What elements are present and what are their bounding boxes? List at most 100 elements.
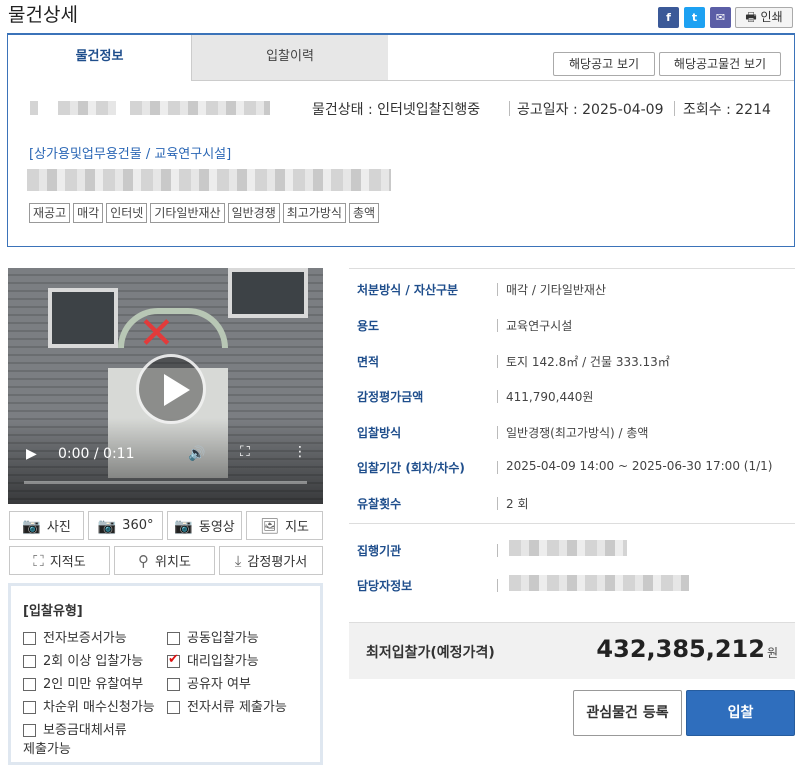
redacted-item-id <box>30 101 38 115</box>
window-image <box>228 268 308 318</box>
bid-type-item[interactable]: 전자서류 제출가능 <box>167 696 287 715</box>
minimum-bid-price-box: 최저입찰가(예정가격) 432,385,212 원 <box>349 622 795 679</box>
price-value-wrap: 432,385,212 원 <box>596 635 778 663</box>
detail-value: 2 회 <box>506 497 529 511</box>
video-time: 0:00 / 0:11 <box>58 446 135 462</box>
video-label: 동영상 <box>198 520 235 535</box>
divider <box>349 523 795 524</box>
checkbox-checked[interactable] <box>167 652 180 668</box>
detail-key: 감정평가금액 <box>357 390 424 404</box>
bid-type-item[interactable]: 대리입찰가능 <box>167 650 259 669</box>
twitter-icon[interactable]: t <box>684 7 705 28</box>
price-unit: 원 <box>766 646 778 660</box>
detail-key: 입찰방식 <box>357 426 402 440</box>
bid-type-item[interactable]: 차순위 매수신청가능 <box>23 696 155 715</box>
detail-key: 유찰횟수 <box>357 497 402 511</box>
checkbox-label: 2회 이상 입찰가능 <box>43 654 144 669</box>
fullscreen-icon[interactable]: ⛶ <box>240 444 250 460</box>
bid-type-item[interactable]: 공유자 여부 <box>167 673 251 692</box>
detail-value: 매각 / 기타일반재산 <box>506 283 606 297</box>
add-favorite-button[interactable]: 관심물건 등록 <box>573 690 682 736</box>
checkbox-label: 2인 미만 유찰여부 <box>43 677 144 692</box>
checkbox[interactable] <box>23 701 36 714</box>
checkbox[interactable] <box>23 678 36 691</box>
video-progress-bar[interactable] <box>24 481 307 484</box>
tab-bid-history[interactable]: 입찰이력 <box>191 35 388 81</box>
photo-label: 사진 <box>46 520 71 535</box>
price-value: 432,385,212 <box>596 635 765 663</box>
bid-type-panel: [입찰유형] 전자보증서가능 공동입찰가능 2회 이상 입찰가능 대리입찰가능 … <box>8 583 323 765</box>
redacted-item-id <box>130 101 270 115</box>
tag: 매각 <box>73 203 104 223</box>
appraisal-label: 감정평가서 <box>247 555 308 570</box>
video-shade <box>8 418 323 504</box>
detail-row: 집행기관 <box>349 532 795 568</box>
detail-key: 용도 <box>357 319 380 333</box>
image-icon: 🖼 <box>260 516 280 535</box>
video-player[interactable]: ✕ ▶ 0:00 / 0:11 🔊 ⛶ ⋮ <box>8 268 323 504</box>
detail-row: 면적 토지 142.8㎡ / 건물 333.13㎡ <box>349 343 795 379</box>
tag: 일반경쟁 <box>227 203 280 223</box>
bid-type-item[interactable]: 2회 이상 입찰가능 <box>23 650 143 669</box>
play-button[interactable] <box>136 354 206 424</box>
map-button[interactable]: 🖼 지도 <box>246 511 323 540</box>
tag: 최고가방식 <box>282 203 346 223</box>
appraisal-report-button[interactable]: ⤓ 감정평가서 <box>219 546 323 575</box>
tag: 기타일반재산 <box>150 203 225 223</box>
window-image <box>48 288 118 348</box>
checkbox-label: 전자서류 제출가능 <box>187 700 287 715</box>
location-pin-icon: ⚲ <box>138 551 150 570</box>
photo-button[interactable]: 📷 사진 <box>9 511 84 540</box>
detail-row: 감정평가금액 411,790,440원 <box>349 378 795 414</box>
play-small-icon[interactable]: ▶ <box>26 446 37 462</box>
checkbox-label: 대리입찰가능 <box>187 654 259 669</box>
bid-type-item[interactable]: 2인 미만 유찰여부 <box>23 673 143 692</box>
checkbox[interactable] <box>23 655 36 668</box>
printer-icon: 🖶 <box>745 10 757 24</box>
facebook-icon[interactable]: f <box>658 7 679 28</box>
page-title: 물건상세 <box>8 4 78 26</box>
bid-button[interactable]: 입찰 <box>686 690 795 736</box>
divider <box>349 268 795 269</box>
view-notice-button[interactable]: 해당공고 보기 <box>553 52 655 76</box>
price-label: 최저입찰가(예정가격) <box>366 645 495 661</box>
detail-value: 일반경쟁(최고가방식) / 총액 <box>506 426 649 440</box>
tab-item-info[interactable]: 물건정보 <box>8 35 191 81</box>
detail-key: 면적 <box>357 355 380 369</box>
expand-icon: ⛶ <box>33 551 44 570</box>
detail-value: 토지 142.8㎡ / 건물 333.13㎡ <box>506 355 670 369</box>
camera-icon: 📷 <box>174 516 193 535</box>
checkbox[interactable] <box>167 701 180 714</box>
view360-button[interactable]: 📷 360° <box>88 511 163 540</box>
checkbox[interactable] <box>23 632 36 645</box>
cadastral-map-button[interactable]: ⛶ 지적도 <box>9 546 110 575</box>
view360-label: 360° <box>122 518 154 533</box>
view-count: 조회수 : 2214 <box>683 102 771 118</box>
checkbox[interactable] <box>167 632 180 645</box>
announce-date: 공고일자 : 2025-04-09 <box>517 102 664 118</box>
mail-icon[interactable]: ✉ <box>710 7 731 28</box>
tag: 인터넷 <box>106 203 148 223</box>
bid-type-item[interactable]: 보증금대체서류 <box>23 719 127 738</box>
camera-icon: 📷 <box>97 516 117 535</box>
detail-row: 입찰기간 (회차/차수) 2025-04-09 14:00 ~ 2025-06-… <box>349 449 795 485</box>
bid-type-item[interactable]: 공동입찰가능 <box>167 627 259 646</box>
location-map-button[interactable]: ⚲ 위치도 <box>114 546 215 575</box>
detail-key: 처분방식 / 자산구분 <box>357 283 459 297</box>
detail-value: 2025-04-09 14:00 ~ 2025-06-30 17:00 (1/1… <box>506 459 773 473</box>
view-notice-items-button[interactable]: 해당공고물건 보기 <box>659 52 781 76</box>
checkbox[interactable] <box>167 678 180 691</box>
redacted-agency <box>509 540 627 556</box>
more-options-icon[interactable]: ⋮ <box>293 444 307 460</box>
video-button[interactable]: 📷 동영상 <box>167 511 242 540</box>
checkbox[interactable] <box>23 724 36 737</box>
divider <box>509 101 510 116</box>
tag: 총액 <box>348 203 380 223</box>
print-button[interactable]: 🖶 인쇄 <box>735 7 793 28</box>
redacted-contact <box>509 575 689 591</box>
volume-icon[interactable]: 🔊 <box>188 446 205 462</box>
checkbox-label: 공동입찰가능 <box>187 631 259 646</box>
redacted-item-id <box>58 101 116 115</box>
bid-type-item[interactable]: 전자보증서가능 <box>23 627 127 646</box>
detail-row: 처분방식 / 자산구분 매각 / 기타일반재산 <box>349 271 795 307</box>
